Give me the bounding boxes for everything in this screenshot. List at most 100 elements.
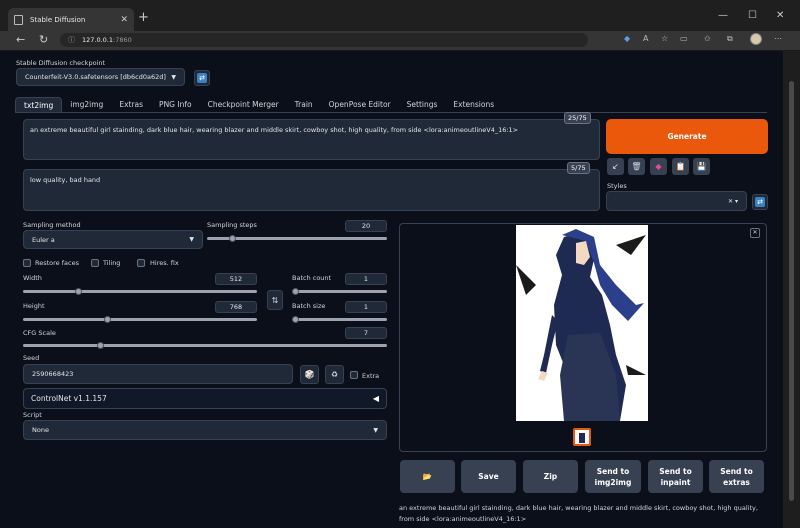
maximize-button[interactable]: ☐ [748, 10, 757, 21]
tab-img2img[interactable]: img2img [62, 97, 111, 113]
more-menu-icon[interactable]: ⋯ [774, 34, 782, 43]
cfg-scale-input[interactable]: 7 [345, 327, 387, 339]
sampling-method-label: Sampling method [23, 221, 81, 229]
random-seed-button[interactable]: 🎲 [300, 365, 319, 384]
browser-tab[interactable]: Stable Diffusion ✕ [8, 8, 134, 31]
sampling-method-select[interactable]: Euler a ▼ [23, 230, 203, 249]
tabs-divider [15, 112, 767, 113]
slider-knob[interactable] [104, 316, 111, 323]
minimize-button[interactable]: — [718, 10, 728, 21]
script-value: None [32, 426, 49, 434]
tab-close-icon[interactable]: ✕ [120, 15, 128, 25]
generation-info-text: an extreme beautiful girl stainding, dar… [399, 504, 758, 523]
slider-knob[interactable] [75, 288, 82, 295]
zip-button[interactable]: Zip [523, 460, 578, 493]
cfg-scale-label: CFG Scale [23, 329, 56, 337]
width-slider[interactable] [23, 288, 257, 295]
page-scrollbar[interactable] [783, 51, 800, 528]
sampling-method-value: Euler a [32, 235, 55, 244]
refresh-checkpoint-button[interactable]: ⇄ [194, 70, 210, 86]
read-aloud-icon[interactable]: A [643, 34, 648, 43]
clipboard-icon[interactable]: 📋 [672, 158, 689, 175]
batch-count-input[interactable]: 1 [345, 273, 387, 285]
chevron-down-icon: ▼ [189, 236, 194, 243]
save-style-icon[interactable]: 💾 [693, 158, 710, 175]
trash-icon[interactable]: 🗑 [628, 158, 645, 175]
extension-icon[interactable]: ◆ [624, 34, 630, 43]
width-input[interactable]: 512 [215, 273, 257, 285]
back-icon[interactable]: ← [16, 33, 25, 46]
seed-input[interactable]: 2590668423 [23, 364, 293, 384]
send-to-inpaint-button[interactable]: Send to inpaint [648, 460, 703, 493]
send-to-extras-button[interactable]: Send to extras [709, 460, 764, 493]
favorite-star-icon[interactable]: ☆ [661, 34, 668, 43]
folder-icon: 📂 [422, 472, 433, 481]
batch-count-label: Batch count [292, 274, 332, 282]
clear-and-chevron-icon: ✕ ▾ [728, 197, 738, 205]
extra-seed-checkbox[interactable] [350, 371, 358, 379]
new-tab-button[interactable]: + [138, 11, 149, 24]
image-thumbnail[interactable] [573, 428, 591, 446]
restore-faces-checkbox[interactable] [23, 259, 31, 267]
checkpoint-value: Counterfeit-V3.0.safetensors [db6cd0a62d… [25, 73, 166, 81]
tab-extras[interactable]: Extras [111, 97, 151, 113]
slider-knob[interactable] [292, 288, 299, 295]
batch-size-input[interactable]: 1 [345, 301, 387, 313]
generated-image[interactable] [516, 225, 648, 421]
tab-png-info[interactable]: PNG Info [151, 97, 200, 113]
swap-dimensions-button[interactable]: ⇅ [267, 290, 283, 310]
address-bar[interactable]: ⓘ 127.0.0.1:7860 [60, 33, 588, 47]
sampling-steps-input[interactable]: 20 [345, 220, 387, 232]
checkpoint-label: Stable Diffusion checkpoint [16, 59, 106, 67]
tab-extensions[interactable]: Extensions [445, 97, 502, 113]
script-label: Script [23, 411, 42, 419]
open-folder-button[interactable]: 📂 [400, 460, 455, 493]
script-select[interactable]: None ▼ [23, 420, 387, 440]
tiling-label: Tiling [103, 259, 121, 267]
favorites-icon[interactable]: ✩ [704, 34, 711, 43]
tab-checkpoint-merger[interactable]: Checkpoint Merger [200, 97, 287, 113]
reload-icon[interactable]: ↻ [39, 33, 48, 46]
paste-icon[interactable]: ↙ [607, 158, 624, 175]
site-info-icon[interactable]: ⓘ [68, 35, 75, 45]
sampling-steps-slider[interactable] [207, 235, 387, 242]
refresh-icon: ⇄ [755, 197, 765, 207]
tiling-checkbox[interactable] [91, 259, 99, 267]
slider-knob[interactable] [97, 342, 104, 349]
tab-txt2img[interactable]: txt2img [15, 97, 63, 113]
refresh-styles-button[interactable]: ⇄ [752, 194, 768, 210]
split-screen-icon[interactable]: ▭ [680, 34, 688, 43]
chevron-down-icon: ▼ [171, 73, 176, 81]
cfg-scale-slider[interactable] [23, 342, 387, 349]
profile-avatar[interactable] [750, 33, 762, 45]
generate-button[interactable]: Generate [606, 119, 768, 154]
extra-networks-icon[interactable]: ◆ [650, 158, 667, 175]
tab-openpose-editor[interactable]: OpenPose Editor [321, 97, 399, 113]
tab-settings[interactable]: Settings [399, 97, 446, 113]
collections-icon[interactable]: ⧉ [727, 34, 733, 44]
controlnet-label: ControlNet v1.1.157 [31, 394, 107, 403]
extra-seed-label: Extra [362, 372, 380, 380]
negative-prompt-textarea[interactable]: low quality, bad hand [23, 169, 600, 211]
save-button[interactable]: Save [461, 460, 516, 493]
collapse-arrow-icon: ◀ [372, 394, 379, 403]
prompt-textarea[interactable]: an extreme beautiful girl stainding, dar… [23, 119, 600, 160]
controlnet-accordion[interactable]: ControlNet v1.1.157 ◀ [23, 388, 387, 409]
tab-title: Stable Diffusion [30, 15, 86, 24]
batch-size-label: Batch size [292, 302, 326, 310]
reuse-seed-button[interactable]: ♻ [325, 365, 344, 384]
styles-select[interactable]: ✕ ▾ [606, 191, 747, 211]
height-slider[interactable] [23, 316, 257, 323]
hires-fix-checkbox[interactable] [137, 259, 145, 267]
close-preview-icon[interactable]: ✕ [750, 228, 760, 238]
batch-size-slider[interactable] [292, 316, 387, 323]
tab-train[interactable]: Train [287, 97, 321, 113]
batch-count-slider[interactable] [292, 288, 387, 295]
slider-knob[interactable] [292, 316, 299, 323]
slider-knob[interactable] [229, 235, 236, 242]
close-window-button[interactable]: ✕ [776, 10, 784, 21]
seed-value: 2590668423 [32, 370, 74, 378]
send-to-img2img-button[interactable]: Send to img2img [585, 460, 641, 493]
checkpoint-select[interactable]: Counterfeit-V3.0.safetensors [db6cd0a62d… [16, 68, 185, 86]
height-input[interactable]: 768 [215, 301, 257, 313]
